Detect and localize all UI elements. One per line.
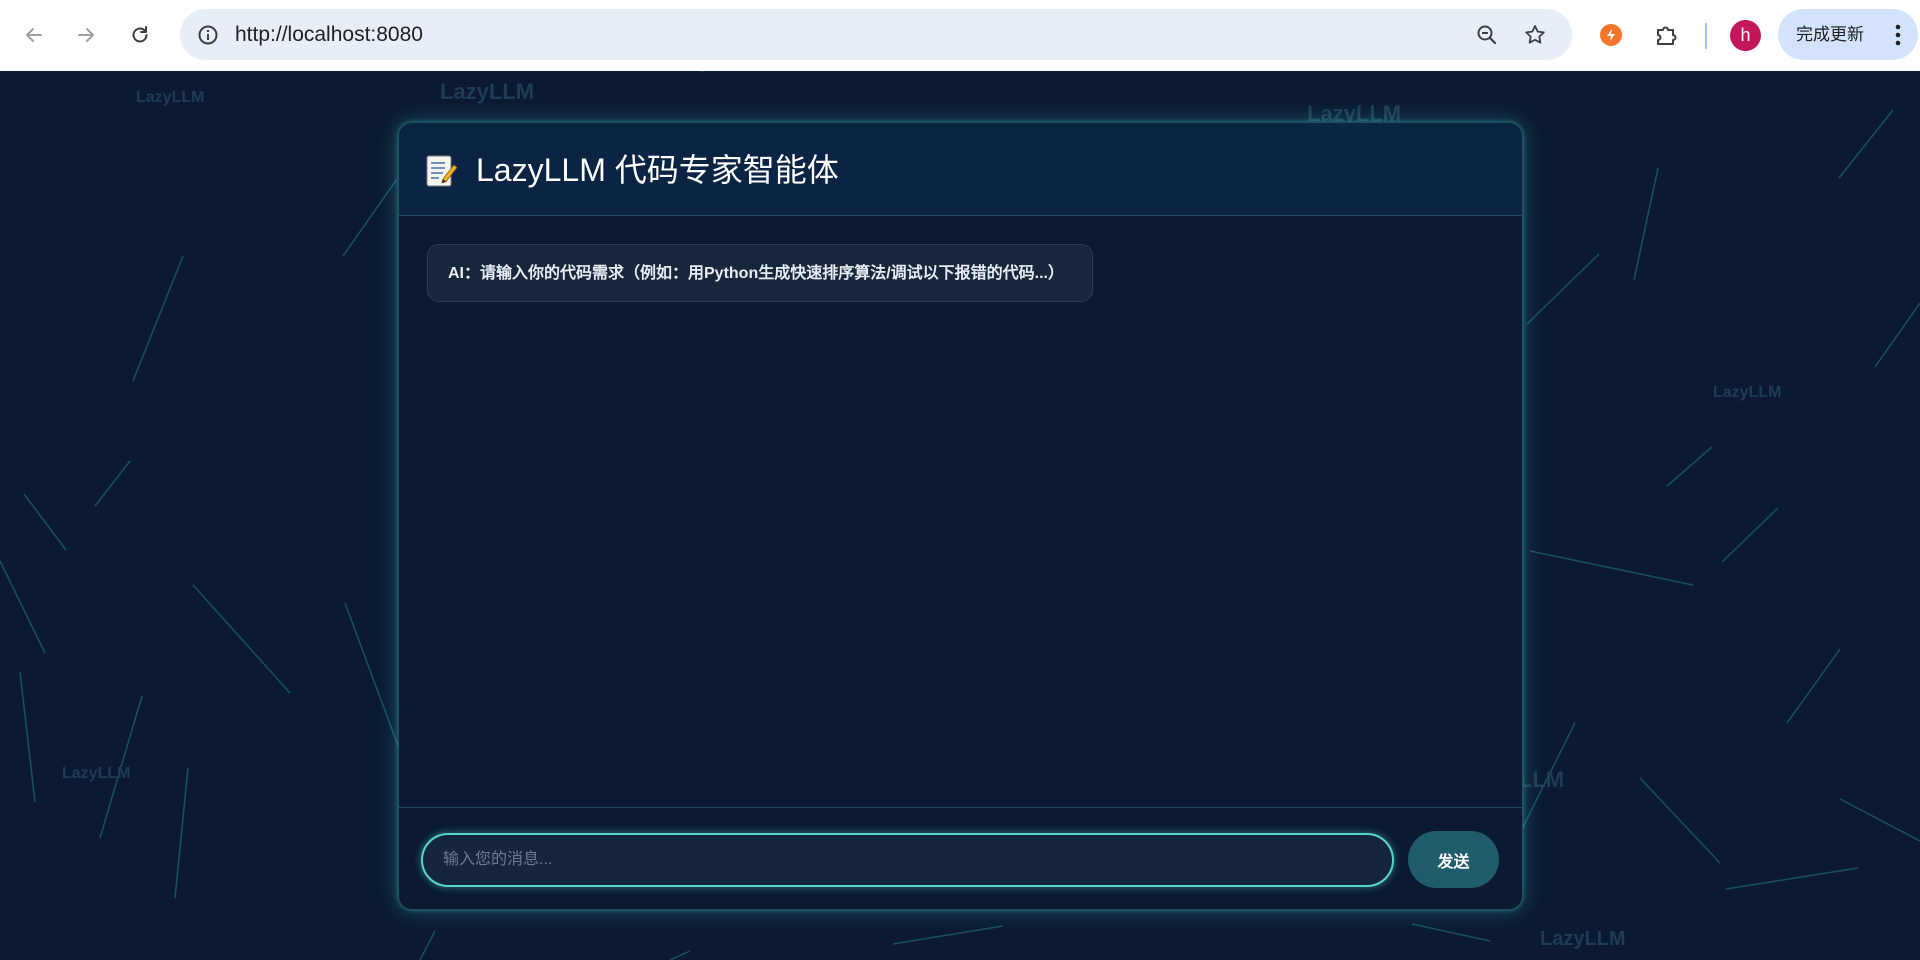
watermark: LazyLLM <box>440 79 534 104</box>
send-button[interactable]: 发送 <box>1408 831 1499 888</box>
browser-toolbar: http://localhost:8080 h 完成更新 <box>0 0 1920 71</box>
update-button[interactable]: 完成更新 <box>1778 9 1918 60</box>
message-list: AI：请输入你的代码需求（例如：用Python生成快速排序算法/调试以下报错的代… <box>399 216 1522 909</box>
forward-button[interactable] <box>68 17 104 53</box>
chat-title: LazyLLM 代码专家智能体 <box>476 152 839 188</box>
message-input[interactable] <box>421 833 1394 887</box>
zoom-out-icon[interactable] <box>1473 21 1501 49</box>
back-arrow-icon <box>26 28 42 42</box>
forward-arrow-icon <box>78 28 94 42</box>
star-icon[interactable] <box>1521 21 1549 49</box>
orange-extension-icon[interactable] <box>1593 17 1629 53</box>
back-button[interactable] <box>16 17 52 53</box>
profile-avatar[interactable]: h <box>1730 20 1761 51</box>
update-button-label: 完成更新 <box>1796 25 1864 44</box>
watermark: LazyLLM <box>1713 384 1781 401</box>
watermark: LazyLLM <box>1540 928 1626 950</box>
chat-input-bar: 发送 <box>399 807 1522 909</box>
reload-icon <box>132 26 148 43</box>
puzzle-icon[interactable] <box>1648 17 1684 53</box>
kebab-menu-icon[interactable] <box>1886 22 1910 48</box>
watermark: LazyLLM <box>136 89 204 106</box>
memo-icon <box>426 155 458 187</box>
url-text[interactable]: http://localhost:8080 <box>235 9 423 60</box>
address-bar[interactable]: http://localhost:8080 <box>180 9 1572 60</box>
chat-header: LazyLLM 代码专家智能体 <box>399 123 1522 216</box>
chat-window: LazyLLM 代码专家智能体 AI：请输入你的代码需求（例如：用Python生… <box>398 122 1523 910</box>
reload-button[interactable] <box>122 17 158 53</box>
ai-message-bubble: AI：请输入你的代码需求（例如：用Python生成快速排序算法/调试以下报错的代… <box>427 244 1094 302</box>
watermark: LazyLLM <box>62 765 130 782</box>
toolbar-divider <box>1705 23 1707 49</box>
site-info-icon[interactable] <box>194 21 222 49</box>
